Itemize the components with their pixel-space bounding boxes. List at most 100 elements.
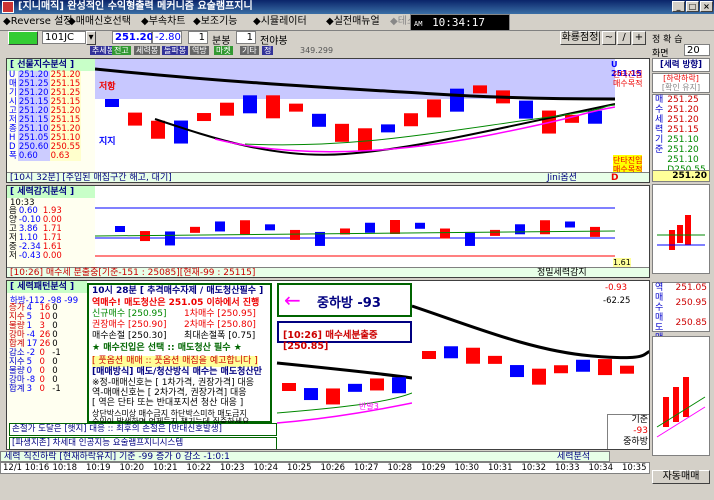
menu-manual[interactable]: ◆실전매뉴얼 bbox=[326, 15, 380, 29]
chip-7[interactable]: 정 bbox=[262, 46, 274, 55]
time-tick: 10:22 bbox=[186, 463, 212, 473]
candle bbox=[304, 388, 318, 401]
right-level-row: 매 251.25 bbox=[653, 95, 708, 105]
analysis-v3: 최대손절폭 [0.75] bbox=[184, 331, 256, 341]
analysis-v1: 1차매수 [250.95] bbox=[184, 309, 256, 319]
maximize-button[interactable]: □ bbox=[686, 1, 699, 12]
close-button[interactable]: × bbox=[700, 1, 713, 12]
right-level-key: 수 bbox=[655, 105, 664, 115]
price-row-a: 0.60 bbox=[17, 152, 50, 161]
menu-reverse[interactable]: ◆Reverse 설정 bbox=[3, 15, 72, 29]
time-tick: 10:28 bbox=[387, 463, 413, 473]
price-chart-band bbox=[95, 59, 615, 99]
pattern-row-a: 3 bbox=[26, 384, 33, 394]
count-input[interactable]: 1 bbox=[236, 31, 256, 44]
candle bbox=[598, 359, 612, 376]
chip-5[interactable]: 마켓 bbox=[214, 46, 233, 55]
candle bbox=[105, 99, 119, 107]
chip-2[interactable]: 세력봉 bbox=[134, 46, 161, 55]
candle bbox=[554, 365, 568, 374]
code-dropdown-icon[interactable]: ▾ bbox=[86, 31, 96, 45]
candle bbox=[381, 124, 395, 133]
candle bbox=[450, 88, 464, 112]
interval-input[interactable]: 1 bbox=[188, 31, 208, 44]
menu-subchart[interactable]: ◆부속차트 bbox=[141, 15, 186, 29]
candle bbox=[265, 224, 275, 231]
auto-trade-button[interactable]: 자동매매 bbox=[652, 470, 710, 484]
menu-aux[interactable]: ◆보조기능 bbox=[193, 15, 238, 29]
direction-box: ← 중하방 -93 bbox=[277, 283, 412, 317]
right-level-table: 매 251.25 수 251.20 세 251.20 력 251.15 기 251.10 준 251.… bbox=[653, 95, 708, 175]
candle bbox=[165, 231, 175, 246]
menu-simulator[interactable]: ◆시뮬레이터 bbox=[253, 15, 307, 29]
interval-unit: 분봉 bbox=[212, 36, 231, 47]
candle bbox=[532, 368, 546, 385]
screen-input[interactable]: 20 bbox=[684, 44, 710, 56]
candle bbox=[510, 365, 524, 378]
tool-cross-button[interactable]: + bbox=[632, 31, 646, 45]
right-level-key: 력 bbox=[655, 125, 664, 135]
pattern-row-b: 0 bbox=[39, 384, 45, 394]
analysis-k1: 신규매수 [250.95] bbox=[92, 309, 167, 319]
force-row-b: 0.00 bbox=[42, 251, 62, 261]
time-tick: 10:25 bbox=[287, 463, 312, 473]
analysis-k2: 권장매수 [250.90] bbox=[92, 320, 167, 330]
force-chart[interactable] bbox=[95, 186, 650, 267]
candle bbox=[440, 228, 450, 239]
base-label: 기준 bbox=[631, 415, 648, 425]
tool-slope-button[interactable]: / bbox=[617, 31, 631, 45]
change-field: -2.80 bbox=[152, 31, 182, 44]
price-footer: [10시 32분] [주입된 매집구간 해고, 대기] Jini옵션 D 250… bbox=[7, 172, 649, 183]
pos-label: 중하방 bbox=[623, 437, 648, 447]
right-level-key bbox=[653, 155, 665, 165]
price-footer-right: Jini옵션 bbox=[547, 173, 577, 183]
force-footer-right: 정밀세력감지 bbox=[537, 268, 587, 278]
right-sec-val: 251.05 bbox=[675, 283, 708, 293]
right-sec-row: 매도 250.85 bbox=[653, 313, 709, 333]
base-val: -93 bbox=[633, 426, 648, 436]
chip-1[interactable]: 전고 bbox=[112, 46, 131, 55]
candle bbox=[565, 221, 575, 228]
chip-6[interactable]: 기타 bbox=[240, 46, 259, 55]
note2: [파생지존] 차세대 인공지능 요술램프지니시스템 bbox=[12, 438, 184, 448]
time-tick: 10:35 bbox=[622, 463, 647, 473]
right-levels: 매 251.25 수 251.20 세 251.20 력 251.15 기 251.10 준 251.… bbox=[652, 94, 710, 178]
right-dir: [하락하락] bbox=[663, 74, 699, 83]
time-tick: 12/1 10:16 bbox=[3, 463, 50, 473]
green-button[interactable] bbox=[8, 31, 38, 45]
code-input[interactable]: 101JC bbox=[42, 31, 86, 44]
force-row: 저 -0.43 0.00 bbox=[8, 252, 63, 261]
menu-signal[interactable]: ◆매매신호선택 bbox=[68, 15, 131, 29]
chip-4[interactable]: 역방 bbox=[190, 46, 209, 55]
time-tick: 10:30 bbox=[454, 463, 480, 473]
count-unit: 전야봉 bbox=[260, 36, 288, 47]
price-footer-text: [10시 32분] [주입된 매집구간 해고, 대기] bbox=[10, 173, 172, 183]
lower-black-line-left bbox=[276, 361, 412, 380]
candle bbox=[427, 99, 441, 118]
price-field: 251.20 bbox=[112, 31, 154, 44]
price-chart[interactable] bbox=[95, 59, 650, 172]
price-footer-d: D 250.60 bbox=[611, 173, 619, 183]
right-minichart2-svg bbox=[656, 377, 706, 438]
chip-3[interactable]: 돌파봉 bbox=[162, 46, 189, 55]
right-dir2: [확인 유지] bbox=[661, 83, 701, 92]
support-label: 지지 bbox=[99, 137, 116, 147]
candle bbox=[490, 229, 500, 236]
tool-line-button[interactable]: ~ bbox=[602, 31, 616, 45]
time-tick: 10:18 bbox=[52, 463, 78, 473]
lower-magenta-line bbox=[276, 402, 412, 424]
right-level-row: 기 251.10 bbox=[653, 135, 708, 145]
candle bbox=[215, 221, 225, 232]
time-tick: 10:26 bbox=[320, 463, 346, 473]
lower-label: 반발3 bbox=[359, 402, 379, 411]
right-title: [세력 방향] bbox=[652, 58, 710, 72]
right-sec-val: 250.85 bbox=[675, 318, 708, 328]
lower-chart-left bbox=[276, 361, 412, 424]
candle bbox=[220, 102, 234, 116]
right-level-row: 력 251.15 bbox=[653, 125, 708, 135]
zoom-button[interactable]: 화룡점정 bbox=[560, 31, 600, 45]
force-table: [ 세력감지분석 ] 10:33 음 0.60 1.93 양 -0.10 0.00 고 3.8… bbox=[7, 186, 95, 267]
price-quote-table: U 251.20 251.20 매 251.25 251.15 기 251.20 251.25 시… bbox=[8, 71, 82, 161]
candle bbox=[392, 377, 406, 394]
minimize-button[interactable]: _ bbox=[672, 1, 685, 12]
